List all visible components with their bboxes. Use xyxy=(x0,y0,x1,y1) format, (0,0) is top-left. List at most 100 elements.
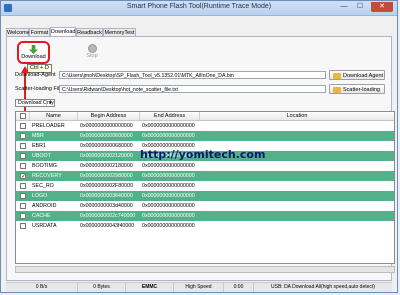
tab-readback[interactable]: Readback xyxy=(76,28,103,36)
title-bar: Smart Phone Flash Tool(Runtime Trace Mod… xyxy=(1,1,397,16)
row-checkbox[interactable] xyxy=(20,223,26,229)
header-location[interactable]: Location xyxy=(200,112,394,120)
select-all-checkbox[interactable] xyxy=(20,113,26,119)
row-checkbox[interactable] xyxy=(20,183,26,189)
row-begin-address: 0x0000000003640000 xyxy=(80,193,133,199)
scatter-file-label: Scatter-loading File xyxy=(15,86,63,92)
download-agent-path[interactable]: C:\Users\jmoh\Desktop\SP_Flash_Tool_v5.1… xyxy=(59,71,326,79)
folder-icon xyxy=(333,87,341,93)
row-begin-address: 0x0000000002980000 xyxy=(80,173,133,179)
row-checkbox[interactable] xyxy=(20,203,26,209)
download-mode-select[interactable]: Download Only ▾ xyxy=(15,99,55,107)
row-location xyxy=(200,211,394,221)
row-end-address: 0x0000000000000000 xyxy=(142,163,195,169)
row-checkbox[interactable] xyxy=(20,123,26,129)
row-checkbox-cell xyxy=(16,121,30,131)
row-checkbox[interactable] xyxy=(20,193,26,199)
table-row[interactable]: ANDROID 0x0000000003d40000 0x0000000000000… xyxy=(16,201,394,211)
row-checkbox-cell xyxy=(16,171,30,181)
status-bar: 0 B/s 0 Bytes EMMC High Speed 0:00 USB: … xyxy=(6,282,392,292)
status-storage: EMMC xyxy=(126,283,174,292)
tab-bar: Welcome Format Download Readback MemoryT… xyxy=(6,27,391,36)
row-name: SEC_RO xyxy=(32,183,54,189)
download-agent-label: Download-Agent xyxy=(15,72,56,78)
row-checkbox-cell xyxy=(16,221,30,231)
download-panel: Download Stop Ctrl + D Download-Agent C:… xyxy=(6,36,395,281)
flash-tool-window: Smart Phone Flash Tool(Runtime Trace Mod… xyxy=(0,0,398,293)
download-label: Download xyxy=(21,54,46,60)
minimize-button[interactable]: — xyxy=(337,2,351,12)
row-checkbox-cell xyxy=(16,181,30,191)
progress-bar xyxy=(15,266,395,273)
row-begin-address: 0x0000000000600000 xyxy=(80,133,133,139)
row-end-address: 0x0000000000000000 xyxy=(142,173,195,179)
partition-table: Name Begin Address End Address Location … xyxy=(15,111,395,264)
row-name: UBOOT xyxy=(32,153,51,159)
row-begin-address: 0x0000000002120000 xyxy=(80,153,133,159)
table-row[interactable]: CACHE 0x0000000002c740000 0x00000000000000… xyxy=(16,211,394,221)
status-time: 0:00 xyxy=(224,283,254,292)
row-checkbox[interactable] xyxy=(20,172,26,181)
table-row[interactable]: MBR 0x0000000000600000 0x0000000000000000 xyxy=(16,131,394,141)
row-checkbox-cell xyxy=(16,211,30,221)
row-begin-address: 0x0000000000680000 xyxy=(80,143,133,149)
row-end-address: 0x0000000000000000 xyxy=(142,123,195,129)
row-checkbox[interactable] xyxy=(20,163,26,169)
row-end-address: 0x0000000000000000 xyxy=(142,133,195,139)
stop-label: Stop xyxy=(86,53,98,59)
row-name: MBR xyxy=(32,133,44,139)
stop-button[interactable]: Stop xyxy=(77,41,107,63)
row-name: USRDATA xyxy=(32,223,57,229)
row-name: LOGO xyxy=(32,193,48,199)
watermark-url: http://yomitech.com xyxy=(140,148,266,161)
header-end-address[interactable]: End Address xyxy=(140,112,200,120)
download-arrow-icon xyxy=(29,45,38,54)
status-bytes: 0 Bytes xyxy=(78,283,126,292)
row-begin-address: 0x00000000043f40000 xyxy=(80,223,135,229)
scatter-loading-button[interactable]: Scatter-loading xyxy=(329,84,385,94)
download-agent-button[interactable]: Download Agent xyxy=(329,70,385,80)
row-name: EBR1 xyxy=(32,143,46,149)
maximize-button[interactable]: ☐ xyxy=(353,2,367,12)
row-name: ANDROID xyxy=(32,203,57,209)
table-row[interactable]: LOGO 0x0000000003640000 0x0000000000000000 xyxy=(16,191,394,201)
row-begin-address: 0x0000000000000000 xyxy=(80,123,133,129)
header-begin-address[interactable]: Begin Address xyxy=(78,112,140,120)
row-location xyxy=(200,181,394,191)
row-location xyxy=(200,161,394,171)
download-button[interactable]: Download xyxy=(17,41,50,64)
row-name: CACHE xyxy=(32,213,51,219)
tab-format[interactable]: Format xyxy=(29,28,50,36)
table-row[interactable]: PRELOADER 0x0000000000000000 0x00000000000… xyxy=(16,121,394,131)
table-row[interactable]: USRDATA 0x00000000043f40000 0x000000000000… xyxy=(16,221,394,231)
row-checkbox-cell xyxy=(16,161,30,171)
row-location xyxy=(200,191,394,201)
table-row[interactable]: RECOVERY 0x0000000002980000 0x000000000000… xyxy=(16,171,394,181)
chevron-down-icon: ▾ xyxy=(46,100,54,106)
row-location xyxy=(200,201,394,211)
row-end-address: 0x0000000000000000 xyxy=(142,203,195,209)
row-checkbox-cell xyxy=(16,151,30,161)
row-checkbox[interactable] xyxy=(20,143,26,149)
tab-welcome[interactable]: Welcome xyxy=(6,28,30,36)
row-begin-address: 0x0000000002180000 xyxy=(80,163,133,169)
scatter-file-path[interactable]: C:\Users\Ridwan\Desktop\hot_note_scatter… xyxy=(59,85,326,93)
row-location xyxy=(200,221,394,231)
tab-memorytest[interactable]: MemoryTest xyxy=(103,28,136,36)
table-row[interactable]: SEC_RO 0x0000000002F80000 0x00000000000000… xyxy=(16,181,394,191)
row-location xyxy=(200,121,394,131)
header-name[interactable]: Name xyxy=(30,112,78,120)
row-end-address: 0x0000000000000000 xyxy=(142,213,195,219)
row-begin-address: 0x0000000002F80000 xyxy=(80,183,134,189)
status-info: USB: DA Download All(high speed,auto det… xyxy=(271,284,375,290)
row-checkbox-cell xyxy=(16,201,30,211)
table-row[interactable]: BOOTIMG 0x0000000002180000 0x0000000000000… xyxy=(16,161,394,171)
close-button[interactable]: ✕ xyxy=(371,2,393,12)
row-checkbox[interactable] xyxy=(20,153,26,159)
row-checkbox[interactable] xyxy=(20,133,26,139)
stop-icon xyxy=(87,44,97,53)
row-begin-address: 0x0000000003d40000 xyxy=(80,203,133,209)
row-checkbox[interactable] xyxy=(20,213,26,219)
tab-download[interactable]: Download xyxy=(50,27,76,36)
download-agent-button-label: Download Agent xyxy=(343,73,384,79)
